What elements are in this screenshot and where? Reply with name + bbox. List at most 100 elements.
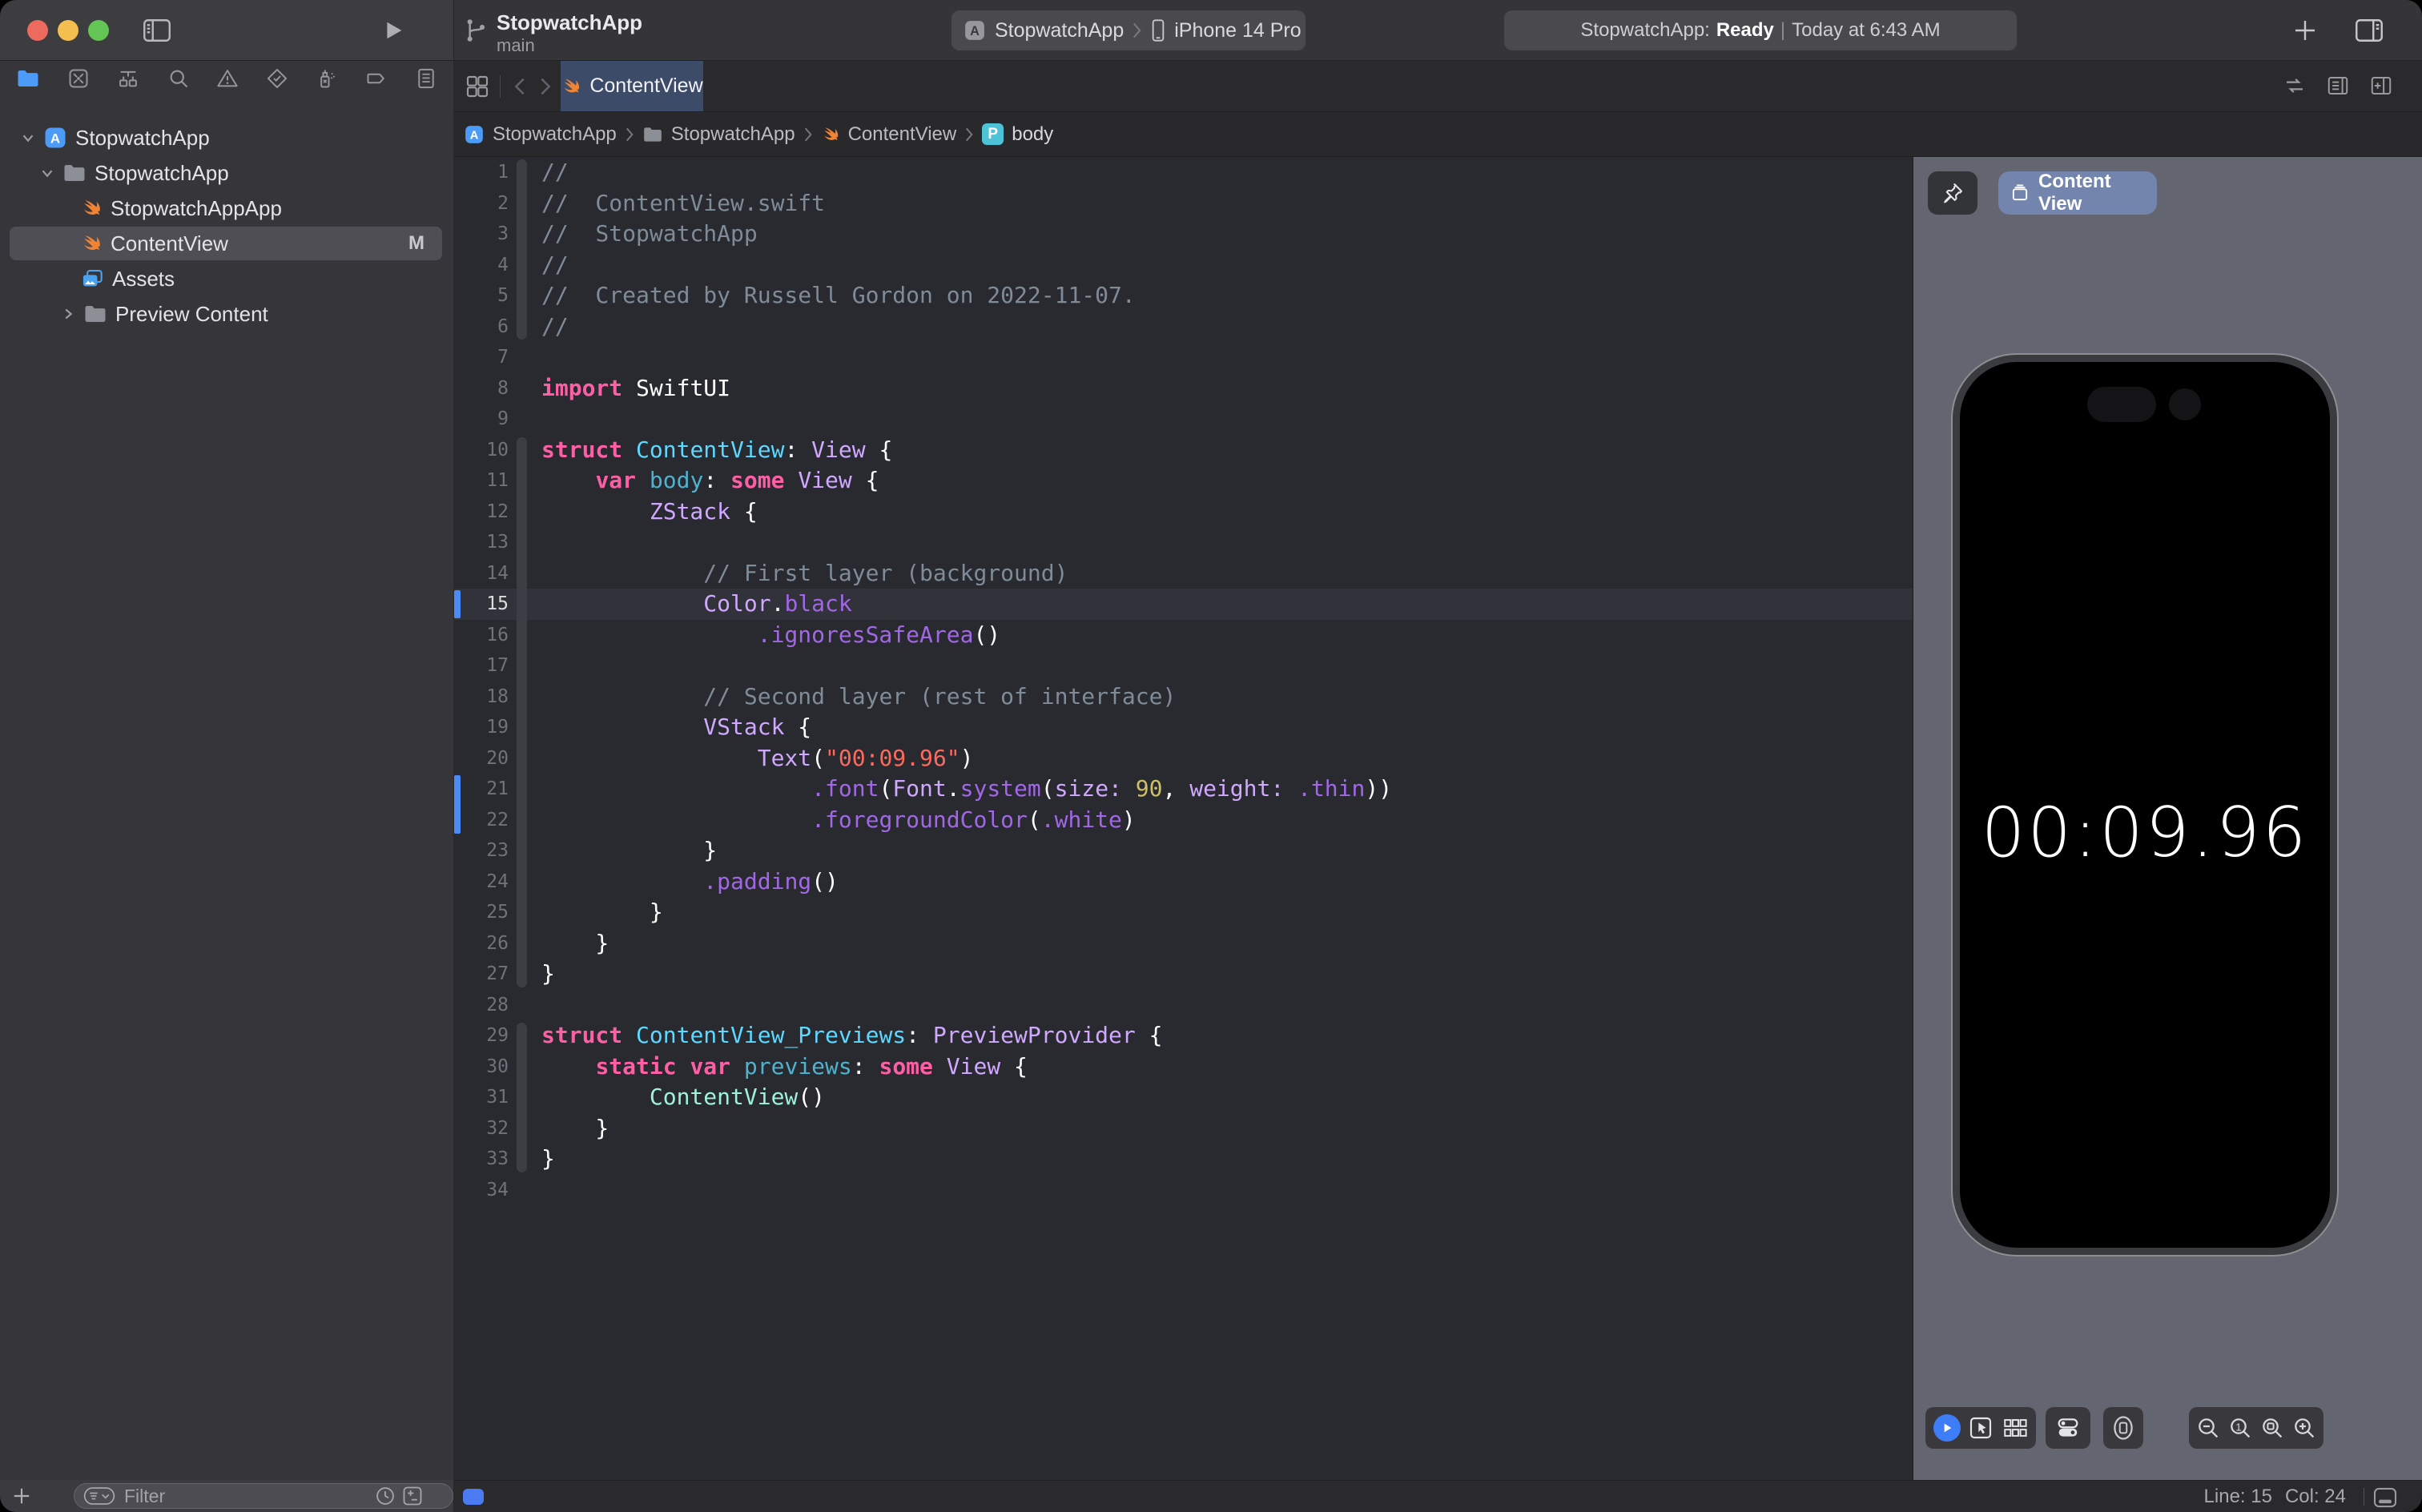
code-line[interactable]: } <box>541 1144 555 1175</box>
tree-item-preview-content[interactable]: Preview Content <box>0 296 453 332</box>
code-line[interactable]: // Second layer (rest of interface) <box>541 682 1176 713</box>
code-line[interactable]: .font(Font.system(size: 90, weight: .thi… <box>541 774 1392 805</box>
code-review-icon[interactable] <box>2283 74 2307 98</box>
code-line[interactable]: struct ContentView_Previews: PreviewProv… <box>541 1020 1162 1052</box>
add-editor-icon[interactable] <box>2369 74 2393 98</box>
selectable-mode-button[interactable] <box>1968 1415 1994 1441</box>
line-number: 10 <box>486 439 509 460</box>
code-line[interactable]: } <box>541 928 609 959</box>
code-fold-ribbon[interactable] <box>517 436 527 987</box>
column-indicator: Col: 24 <box>2284 1486 2346 1507</box>
tree-item-project-stopwatchapp[interactable]: A StopwatchApp <box>0 120 453 155</box>
tab-contentview[interactable]: ContentView <box>561 61 703 111</box>
code-line[interactable]: } <box>541 1113 609 1144</box>
code-line[interactable]: } <box>541 897 663 928</box>
test-navigator-icon[interactable] <box>266 67 288 90</box>
disclosure-closed-icon[interactable] <box>59 305 77 323</box>
project-navigator-icon[interactable] <box>16 68 40 89</box>
code-line[interactable]: // <box>541 250 569 281</box>
code-line[interactable]: .padding() <box>541 867 839 898</box>
minimize-window-button[interactable] <box>58 20 78 41</box>
zoom-out-button[interactable] <box>2195 1415 2221 1441</box>
filter-field[interactable] <box>74 1483 453 1509</box>
report-navigator-icon[interactable] <box>415 67 437 90</box>
disclosure-open-icon[interactable] <box>38 164 56 182</box>
folder-icon <box>643 127 662 142</box>
zoom-to-fit-button[interactable] <box>2259 1415 2285 1441</box>
zoom-in-button[interactable] <box>2291 1415 2317 1441</box>
selected-preview-pill[interactable]: Content View <box>1998 171 2157 215</box>
code-line[interactable]: struct ContentView: View { <box>541 435 892 466</box>
toggle-right-sidebar-icon[interactable] <box>2353 18 2385 42</box>
code-line[interactable]: // StopwatchApp <box>541 219 758 250</box>
activity-status[interactable]: StopwatchApp: Ready | Today at 6:43 AM <box>1504 10 2017 50</box>
code-line[interactable]: // ContentView.swift <box>541 188 825 219</box>
preview-canvas: Content View 00:09.96 1 <box>1913 157 2422 1480</box>
zoom-actual-size-button[interactable]: 1 <box>2227 1415 2253 1441</box>
line-number: 5 <box>497 285 509 306</box>
issue-navigator-icon[interactable] <box>216 67 239 90</box>
recent-files-clock-icon[interactable] <box>374 1485 396 1507</box>
code-line[interactable]: VStack { <box>541 712 811 743</box>
find-navigator-icon[interactable] <box>167 67 190 90</box>
preview-on-device-button[interactable] <box>2110 1414 2137 1442</box>
tree-item-group-stopwatchapp[interactable]: StopwatchApp <box>0 155 453 191</box>
iphone-preview-device[interactable]: 00:09.96 <box>1953 355 2337 1255</box>
code-line[interactable]: var body: some View { <box>541 465 879 497</box>
tree-item-label: StopwatchApp <box>75 125 210 150</box>
code-line[interactable]: // First layer (background) <box>541 558 1068 589</box>
code-line[interactable]: .ignoresSafeArea() <box>541 620 1000 651</box>
code-line[interactable]: static var previews: some View { <box>541 1052 1027 1083</box>
selected-preview-label: Content View <box>2038 171 2111 215</box>
code-line[interactable]: // Created by Russell Gordon on 2022-11-… <box>541 280 1136 312</box>
project-title: StopwatchApp <box>497 10 642 34</box>
pin-icon <box>1944 183 1962 203</box>
breadcrumb-file[interactable]: ContentView <box>848 123 957 146</box>
code-line[interactable]: import SwiftUI <box>541 373 730 404</box>
code-line[interactable]: Text("00:09.96") <box>541 743 974 774</box>
code-line[interactable]: } <box>541 959 555 990</box>
toggle-left-sidebar-icon[interactable] <box>143 18 171 42</box>
related-items-icon[interactable] <box>465 74 490 99</box>
stopwatch-time-display: 00:09.96 <box>1981 793 2309 873</box>
code-line[interactable]: Color.black <box>541 589 851 620</box>
editor-layout-icon[interactable] <box>2372 1487 2398 1508</box>
debug-navigator-icon[interactable] <box>315 67 337 90</box>
code-fold-ribbon[interactable] <box>517 159 527 340</box>
close-window-button[interactable] <box>27 20 48 41</box>
source-control-status-filter-icon[interactable] <box>401 1485 424 1507</box>
scheme-selector[interactable]: A StopwatchApp iPhone 14 Pro <box>952 10 1306 50</box>
code-fold-ribbon[interactable] <box>517 1023 527 1172</box>
symbol-navigator-icon[interactable] <box>116 67 140 90</box>
filter-input[interactable] <box>123 1484 374 1508</box>
code-line[interactable]: } <box>541 835 717 867</box>
pin-preview-button[interactable] <box>1928 171 1977 215</box>
jump-bar: A StopwatchApp StopwatchApp ContentView … <box>454 112 2422 157</box>
zoom-window-button[interactable] <box>88 20 109 41</box>
code-line[interactable]: ContentView() <box>541 1082 825 1113</box>
go-back-icon[interactable] <box>509 75 530 98</box>
variants-mode-button[interactable] <box>2002 1414 2029 1442</box>
device-settings-button[interactable] <box>2054 1414 2082 1442</box>
tree-item-contentview[interactable]: ContentView M <box>0 226 453 261</box>
breadcrumb-project[interactable]: StopwatchApp <box>493 123 617 146</box>
source-control-navigator-icon[interactable] <box>67 67 90 90</box>
adjust-editor-options-icon[interactable] <box>2326 74 2350 98</box>
library-plus-icon[interactable] <box>2292 18 2318 43</box>
source-editor[interactable]: 1 // 2 // ContentView.swift 3 // StopwatchApp… <box>454 157 1913 1480</box>
go-forward-icon[interactable] <box>535 75 556 98</box>
tree-item-assets[interactable]: Assets <box>0 261 453 296</box>
tree-item-stopwatchappapp[interactable]: StopwatchAppApp <box>0 191 453 226</box>
live-preview-button[interactable] <box>1933 1414 1961 1442</box>
code-line[interactable]: .foregroundColor(.white) <box>541 805 1136 836</box>
code-line[interactable]: // <box>541 157 569 188</box>
breadcrumb-symbol[interactable]: body <box>1012 123 1053 146</box>
filter-icon[interactable] <box>82 1486 116 1506</box>
add-file-button[interactable] <box>11 1486 32 1506</box>
disclosure-open-icon[interactable] <box>19 129 37 147</box>
breadcrumb-group[interactable]: StopwatchApp <box>671 123 795 146</box>
breakpoint-navigator-icon[interactable] <box>364 67 388 90</box>
code-line[interactable]: // <box>541 312 569 343</box>
run-button[interactable] <box>383 19 404 42</box>
code-line[interactable]: ZStack { <box>541 497 758 528</box>
